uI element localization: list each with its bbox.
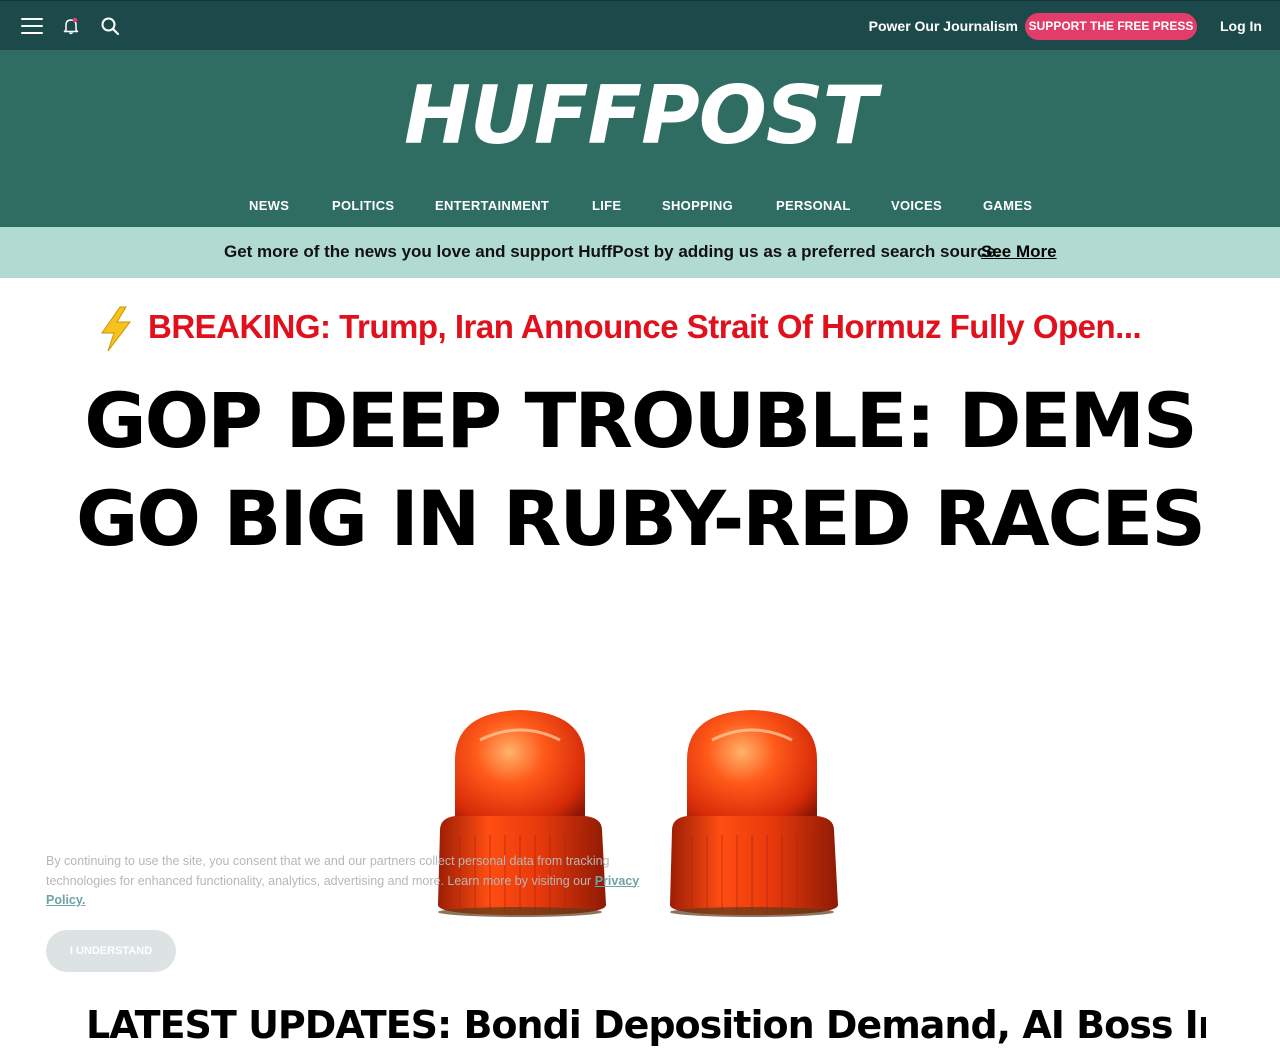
- cookie-consent-body: By continuing to use the site, you conse…: [46, 854, 610, 888]
- nav-item-games[interactable]: GAMES: [983, 198, 1032, 213]
- search-icon[interactable]: [100, 16, 120, 36]
- lightning-bolt-icon: [96, 306, 136, 352]
- breaking-news-link[interactable]: BREAKING: Trump, Iran Announce Strait Of…: [96, 304, 1196, 354]
- headline-line-2: GO BIG IN RUBY-RED RACES: [76, 474, 1206, 563]
- breaking-news-text: BREAKING: Trump, Iran Announce Strait Of…: [148, 308, 1142, 345]
- login-link[interactable]: Log In: [1214, 18, 1268, 34]
- nav-item-life[interactable]: LIFE: [592, 198, 621, 213]
- masthead: HUFFPOST NEWS POLITICS ENTERTAINMENT LIF…: [0, 50, 1280, 227]
- nav-item-politics[interactable]: POLITICS: [332, 198, 394, 213]
- huffpost-logo[interactable]: HUFFPOST: [0, 68, 1280, 164]
- nav-item-news[interactable]: NEWS: [249, 198, 289, 213]
- main-headline[interactable]: GOP DEEP TROUBLE: DEMS GO BIG IN RUBY-RE…: [60, 372, 1220, 568]
- section-nav: NEWS POLITICS ENTERTAINMENT LIFE SHOPPIN…: [0, 198, 1280, 218]
- cookie-consent-text: By continuing to use the site, you conse…: [46, 852, 666, 911]
- latest-updates-headline[interactable]: LATEST UPDATES: Bondi Deposition Demand,…: [86, 1000, 1206, 1050]
- promo-text: Get more of the news you love and suppor…: [224, 242, 1001, 261]
- headline-line-1: GOP DEEP TROUBLE: DEMS: [84, 376, 1197, 465]
- i-understand-button[interactable]: I UNDERSTAND: [46, 930, 176, 972]
- bell-icon[interactable]: [63, 17, 79, 35]
- see-more-link[interactable]: See More: [981, 242, 1057, 262]
- nav-item-shopping[interactable]: SHOPPING: [662, 198, 733, 213]
- nav-item-voices[interactable]: VOICES: [891, 198, 942, 213]
- hamburger-menu-icon[interactable]: [21, 18, 43, 34]
- nav-item-personal[interactable]: PERSONAL: [776, 198, 851, 213]
- power-our-journalism-text: Power Our Journalism: [868, 18, 1018, 34]
- support-free-press-button[interactable]: SUPPORT THE FREE PRESS: [1025, 13, 1197, 40]
- nav-item-entertainment[interactable]: ENTERTAINMENT: [435, 198, 549, 213]
- top-utility-bar: Power Our Journalism SUPPORT THE FREE PR…: [0, 0, 1280, 50]
- preferred-source-banner: Get more of the news you love and suppor…: [0, 227, 1280, 278]
